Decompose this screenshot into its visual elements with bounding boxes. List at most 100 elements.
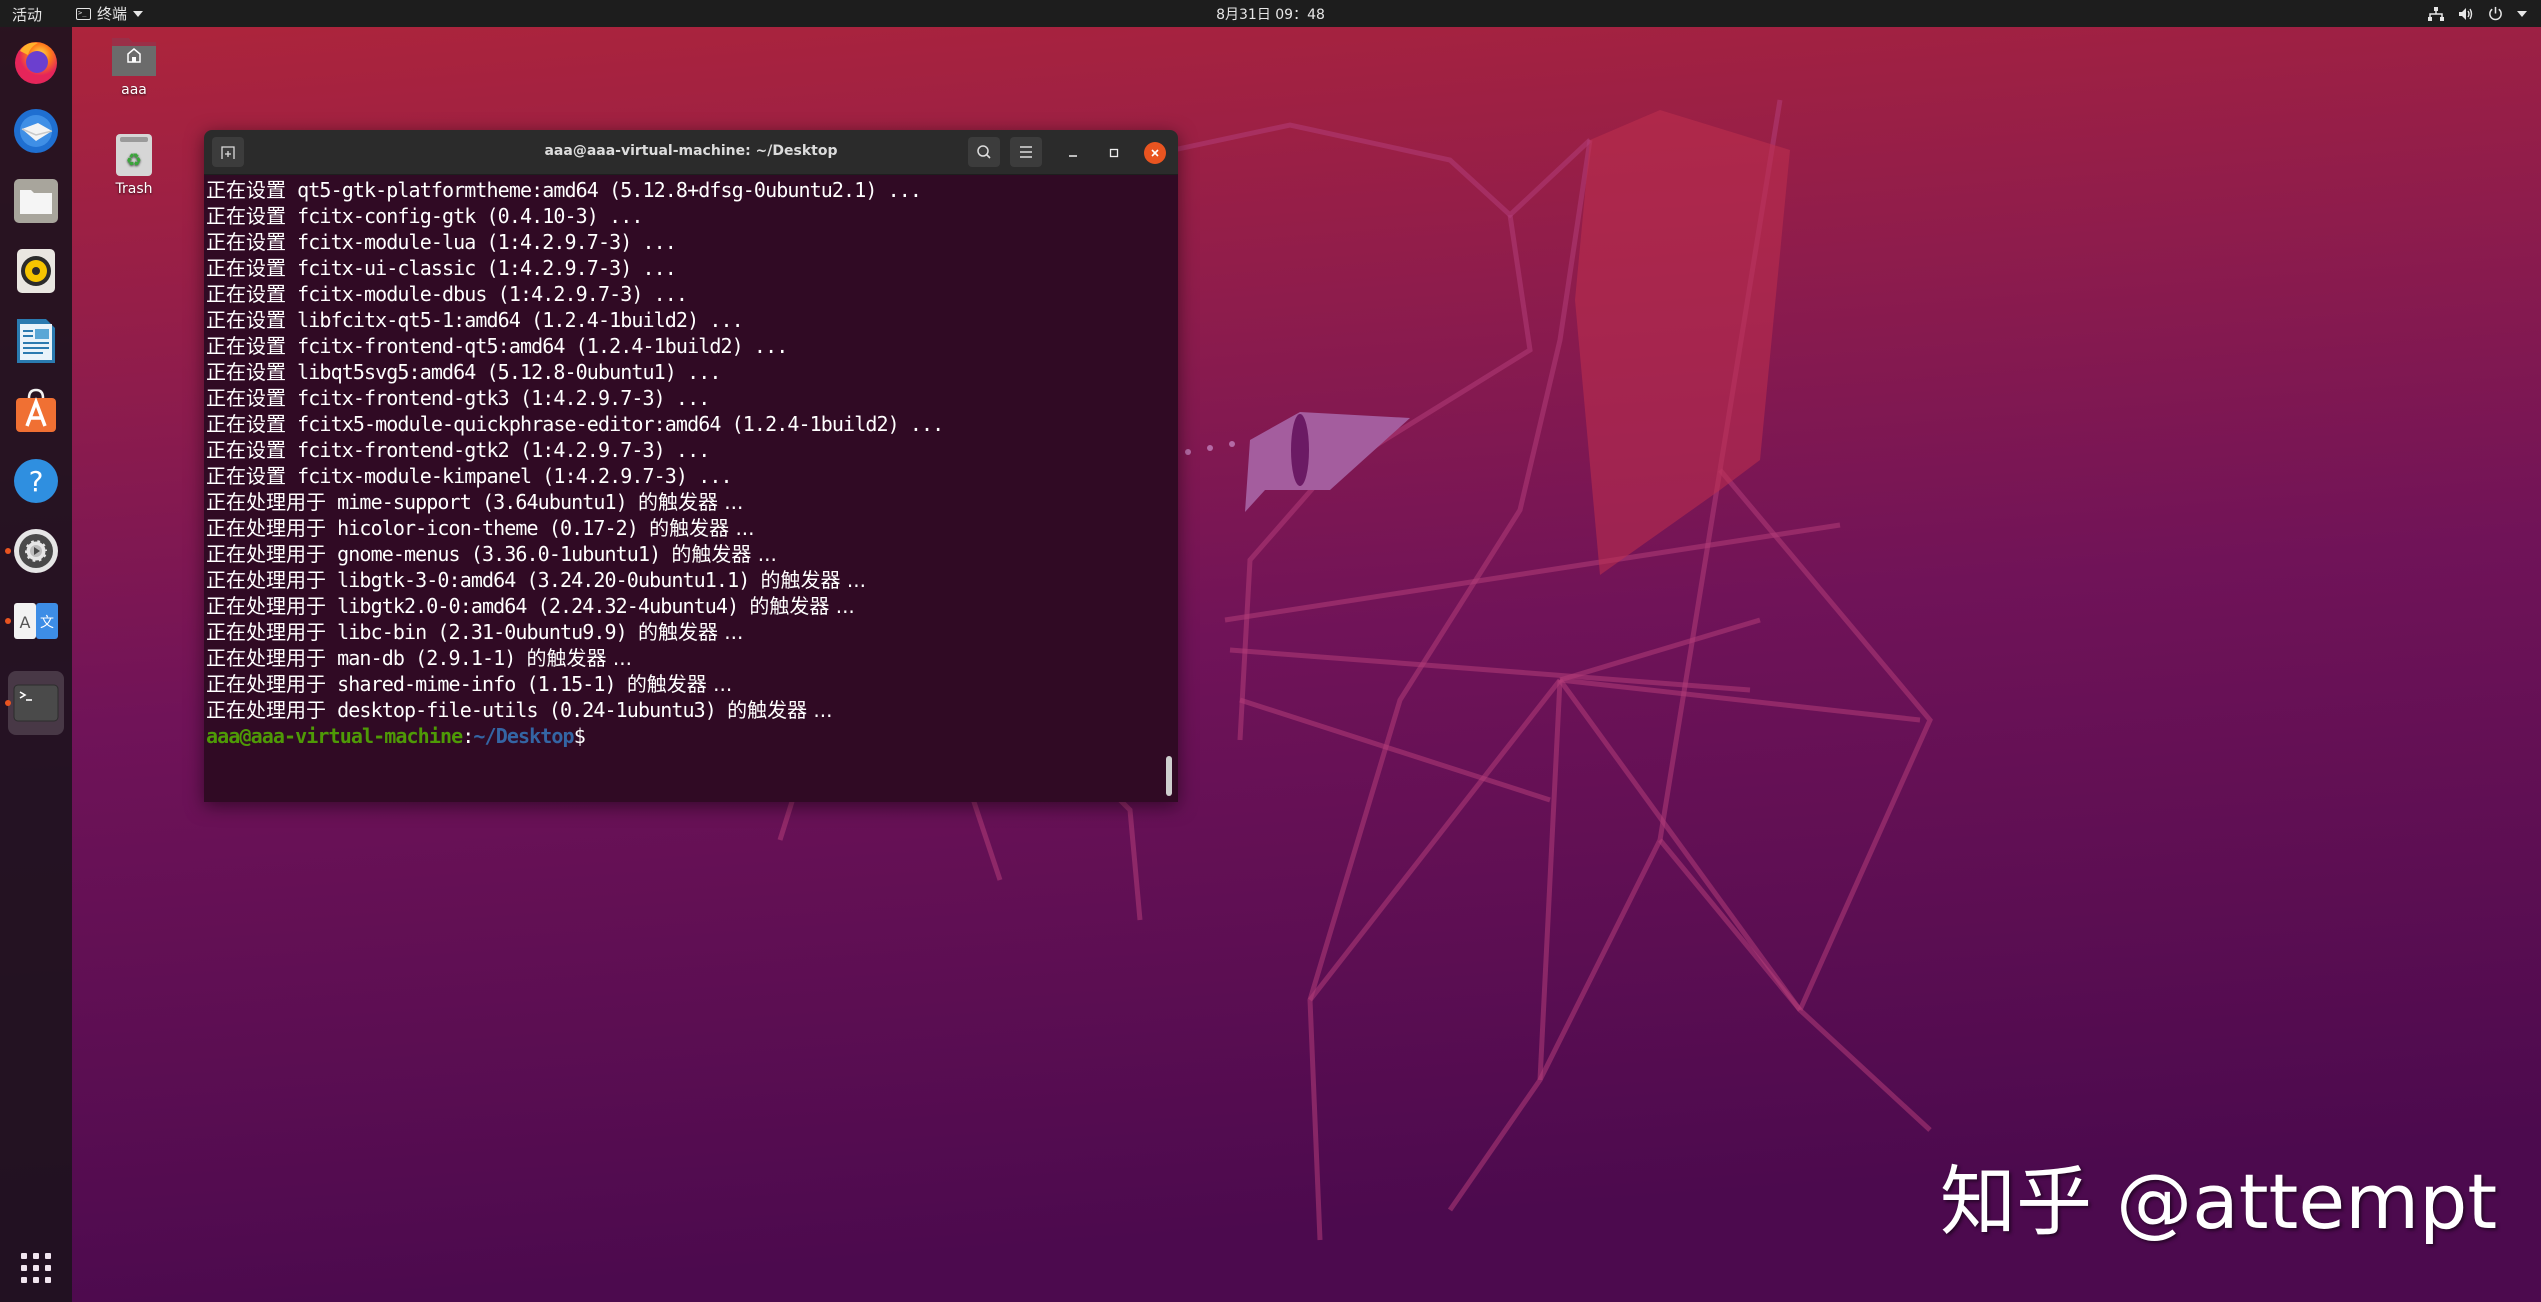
- terminal-line: 正在处理用于 libc-bin (2.31-0ubuntu9.9) 的触发器 .…: [206, 619, 1178, 645]
- dock-item-help[interactable]: ?: [8, 453, 64, 509]
- home-folder-icon: [112, 38, 156, 76]
- new-tab-button[interactable]: [212, 137, 244, 167]
- system-menu-caret-icon[interactable]: [2517, 10, 2527, 17]
- top-bar: 活动 >_ 终端 8月31日 09：48: [0, 0, 2541, 27]
- desktop-icon-label: aaa: [121, 82, 147, 98]
- volume-icon[interactable]: [2458, 7, 2474, 21]
- line-text: libgtk2.0-0:amd64 (2.24.32-4ubuntu4): [326, 594, 750, 618]
- line-prefix: 正在处理用于: [206, 594, 326, 618]
- dock-item-ubuntu-software[interactable]: [8, 383, 64, 439]
- terminal-icon: [13, 684, 59, 722]
- dock-item-firefox[interactable]: [8, 33, 64, 89]
- grid-dot: [45, 1265, 51, 1271]
- terminal-prompt: aaa@aaa-virtual-machine:~/Desktop$: [206, 723, 1178, 749]
- terminal-line: 正在处理用于 gnome-menus (3.36.0-1ubuntu1) 的触发…: [206, 541, 1178, 567]
- show-applications-button[interactable]: [17, 1249, 53, 1285]
- dock-item-software-updater[interactable]: [5, 523, 64, 579]
- line-text: libc-bin (2.31-0ubuntu9.9): [326, 620, 638, 644]
- line-suffix: 的触发器 ...: [637, 490, 744, 514]
- line-suffix: 的触发器 ...: [727, 698, 833, 722]
- network-icon[interactable]: [2428, 6, 2444, 21]
- line-text: fcitx-module-kimpanel (1:4.2.9.7-3) ...: [286, 464, 732, 488]
- line-prefix: 正在处理用于: [206, 620, 326, 644]
- terminal-line: 正在设置 fcitx-frontend-gtk2 (1:4.2.9.7-3) .…: [206, 437, 1178, 463]
- desktop-icon-label: Trash: [115, 181, 153, 197]
- line-prefix: 正在设置: [206, 204, 286, 228]
- terminal-line: 正在处理用于 shared-mime-info (1.15-1) 的触发器 ..…: [206, 671, 1178, 697]
- terminal-line: 正在处理用于 libgtk-3-0:amd64 (3.24.20-0ubuntu…: [206, 567, 1178, 593]
- new-tab-icon: [221, 146, 235, 159]
- terminal-line: 正在设置 fcitx-module-kimpanel (1:4.2.9.7-3)…: [206, 463, 1178, 489]
- maximize-icon: [1109, 148, 1119, 158]
- dock-item-terminal[interactable]: [5, 671, 64, 735]
- line-text: fcitx-module-dbus (1:4.2.9.7-3) ...: [286, 282, 688, 306]
- prompt-symbol: $: [573, 724, 586, 748]
- svg-text:A: A: [20, 613, 31, 632]
- line-text: mime-support (3.64ubuntu1): [326, 490, 638, 514]
- terminal-lines: 正在设置 qt5-gtk-platformtheme:amd64 (5.12.8…: [206, 177, 1178, 723]
- hamburger-menu-icon: [1020, 146, 1032, 158]
- running-indicator: [5, 700, 11, 706]
- line-text: shared-mime-info (1.15-1): [326, 672, 627, 696]
- svg-text:?: ?: [29, 465, 44, 498]
- line-prefix: 正在处理用于: [206, 542, 326, 566]
- terminal-line: 正在设置 fcitx-module-lua (1:4.2.9.7-3) ...: [206, 229, 1178, 255]
- ubuntu-software-bag-icon: [16, 388, 56, 432]
- prompt-user-host: aaa@aaa-virtual-machine: [206, 724, 463, 748]
- line-text: fcitx-frontend-gtk3 (1:4.2.9.7-3) ...: [286, 386, 710, 410]
- close-button[interactable]: [1144, 142, 1166, 164]
- system-tray[interactable]: [2428, 2, 2527, 25]
- desktop-icon-home[interactable]: aaa: [94, 34, 174, 98]
- menu-button[interactable]: [1010, 137, 1042, 167]
- dock-item-rhythmbox[interactable]: [8, 243, 64, 299]
- line-suffix: 的触发器 ...: [749, 594, 855, 618]
- maximize-button[interactable]: [1103, 142, 1125, 164]
- search-button[interactable]: [968, 137, 1000, 167]
- line-text: qt5-gtk-platformtheme:amd64 (5.12.8+dfsg…: [286, 178, 922, 202]
- terminal-line: 正在处理用于 desktop-file-utils (0.24-1ubuntu3…: [206, 697, 1178, 723]
- files-folder-icon: [14, 179, 58, 223]
- svg-text:文: 文: [40, 615, 54, 631]
- trash-icon: ♻: [116, 134, 152, 176]
- clock-button[interactable]: 8月31日 09：48: [1216, 4, 1325, 24]
- firefox-icon: [15, 42, 57, 84]
- dock: ? A文: [0, 27, 72, 1302]
- line-text: fcitx-config-gtk (0.4.10-3) ...: [286, 204, 643, 228]
- minimize-icon: [1069, 155, 1077, 157]
- app-menu-button[interactable]: >_ 终端: [76, 3, 144, 24]
- language-support-icon: A文: [14, 603, 58, 639]
- help-question-icon: ?: [14, 459, 58, 503]
- terminal-line: 正在处理用于 hicolor-icon-theme (0.17-2) 的触发器 …: [206, 515, 1178, 541]
- terminal-line: 正在设置 fcitx-ui-classic (1:4.2.9.7-3) ...: [206, 255, 1178, 281]
- line-prefix: 正在设置: [206, 464, 286, 488]
- activities-button[interactable]: 活动: [12, 4, 42, 25]
- line-text: hicolor-icon-theme (0.17-2): [326, 516, 650, 540]
- terminal-output[interactable]: 正在设置 qt5-gtk-platformtheme:amd64 (5.12.8…: [204, 175, 1178, 802]
- dock-item-files[interactable]: [8, 173, 64, 229]
- line-prefix: 正在设置: [206, 412, 286, 436]
- line-prefix: 正在设置: [206, 178, 286, 202]
- prompt-separator: :: [462, 724, 474, 748]
- libreoffice-writer-icon: [17, 319, 55, 363]
- line-prefix: 正在设置: [206, 282, 286, 306]
- grid-dot: [45, 1277, 51, 1283]
- dock-item-language-support[interactable]: A文: [5, 593, 64, 649]
- line-prefix: 正在处理用于: [206, 646, 326, 670]
- terminal-header-bar[interactable]: aaa@aaa-virtual-machine: ~/Desktop: [204, 130, 1178, 175]
- line-suffix: 的触发器 ...: [649, 516, 755, 540]
- terminal-line: 正在处理用于 man-db (2.9.1-1) 的触发器 ...: [206, 645, 1178, 671]
- line-suffix: 的触发器 ...: [626, 672, 733, 696]
- watermark: 知乎 @attempt: [1940, 1157, 2498, 1246]
- line-text: libgtk-3-0:amd64 (3.24.20-0ubuntu1.1): [326, 568, 761, 592]
- dock-item-thunderbird[interactable]: [8, 103, 64, 159]
- power-icon[interactable]: [2488, 6, 2503, 21]
- scrollbar[interactable]: [1166, 756, 1172, 796]
- show-applications-grid-icon: [21, 1253, 27, 1259]
- line-text: desktop-file-utils (0.24-1ubuntu3): [326, 698, 728, 722]
- search-icon: [977, 145, 991, 159]
- line-prefix: 正在处理用于: [206, 698, 326, 722]
- dock-item-libreoffice-writer[interactable]: [8, 313, 64, 369]
- minimize-button[interactable]: [1062, 142, 1084, 164]
- terminal-line: 正在设置 fcitx-module-dbus (1:4.2.9.7-3) ...: [206, 281, 1178, 307]
- desktop-icon-trash[interactable]: ♻ Trash: [94, 133, 174, 197]
